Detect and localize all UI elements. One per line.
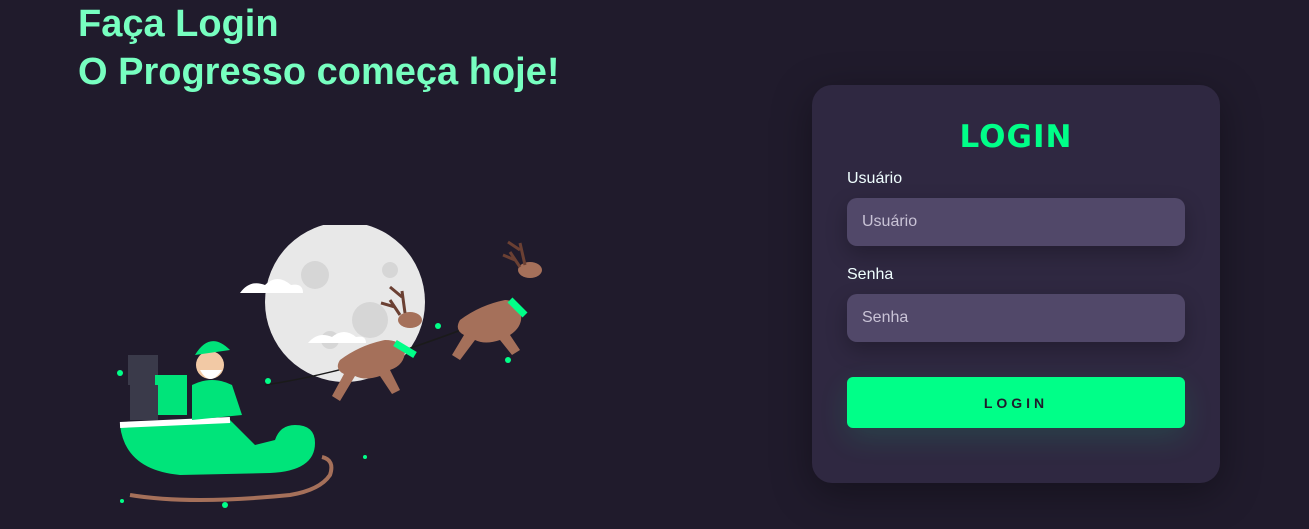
headline-line-1: Faça Login — [78, 3, 279, 45]
username-input[interactable] — [847, 198, 1185, 246]
login-title: LOGIN — [959, 119, 1073, 155]
login-card: LOGIN Usuário Senha LOGIN — [812, 85, 1220, 483]
password-label: Senha — [847, 266, 894, 283]
password-input[interactable] — [847, 294, 1185, 342]
username-label: Usuário — [847, 170, 903, 187]
sleigh-shape — [119, 417, 334, 502]
login-button[interactable]: LOGIN — [847, 377, 1185, 428]
reindeer-front-shape — [452, 240, 542, 360]
santa-sleigh-reindeer-illustration — [117, 225, 542, 508]
page-headline: Faça Login O Progresso começa hoje! — [78, 0, 560, 96]
login-page: Faça Login O Progresso começa hoje! LOGI… — [0, 0, 1309, 529]
headline-line-2: O Progresso começa hoje! — [78, 51, 560, 93]
